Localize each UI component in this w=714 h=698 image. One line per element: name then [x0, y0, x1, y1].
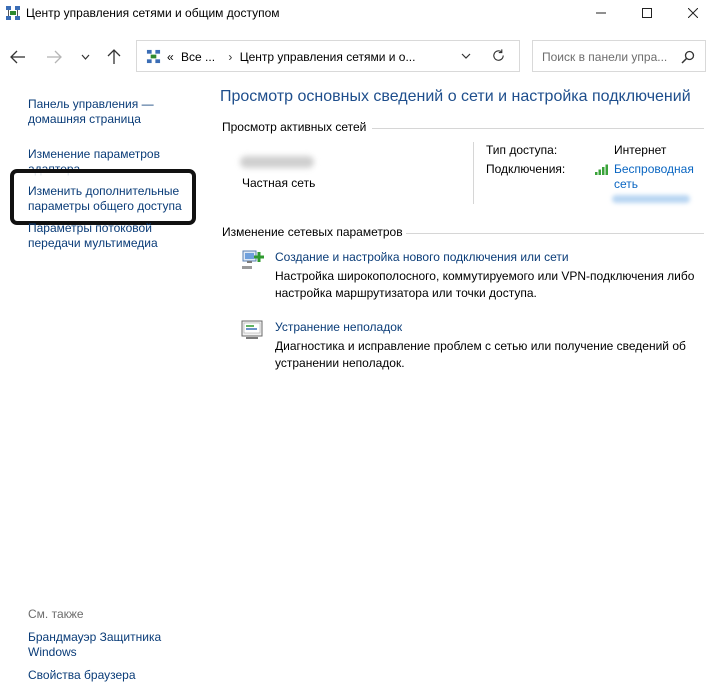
chevron-down-icon: [81, 54, 89, 60]
troubleshoot-description: Диагностика и исправление проблем с сеть…: [275, 339, 686, 370]
network-center-icon: [146, 49, 161, 64]
divider: [473, 142, 474, 204]
title-bar: Центр управления сетями и общим доступом: [0, 0, 714, 26]
minimize-button[interactable]: [578, 0, 624, 26]
media-streaming-options-link[interactable]: Параметры потоковой передачи мультимедиа: [28, 221, 203, 251]
chevron-down-icon: [461, 53, 471, 59]
breadcrumb-item-all[interactable]: Все ...: [181, 50, 215, 64]
search-icon[interactable]: [681, 50, 695, 64]
network-profile-type: Частная сеть: [242, 176, 316, 190]
search-input[interactable]: Поиск в панели упра...: [532, 40, 706, 72]
address-bar[interactable]: « Все ... › Центр управления сетями и о.…: [136, 40, 520, 72]
wifi-signal-icon: [595, 163, 611, 175]
browser-properties-link[interactable]: Свойства браузера: [28, 668, 203, 683]
back-button[interactable]: [7, 46, 29, 68]
breadcrumb: « Все ... › Центр управления сетями и о.…: [167, 50, 419, 64]
setup-new-connection-description: Настройка широкополосного, коммутируемог…: [275, 269, 695, 300]
minimize-icon: [596, 12, 606, 14]
recent-locations-button[interactable]: [74, 46, 96, 68]
divider: [372, 128, 704, 129]
arrow-left-icon: [10, 50, 25, 64]
forward-button[interactable]: [43, 46, 65, 68]
window-title: Центр управления сетями и общим доступом: [26, 6, 280, 20]
divider: [406, 233, 704, 234]
refresh-icon: [493, 49, 504, 61]
setup-new-connection-link[interactable]: Создание и настройка нового подключения …: [275, 250, 569, 264]
ssid-blurred: [612, 195, 690, 203]
refresh-button[interactable]: [491, 48, 507, 64]
left-pane: Панель управления — домашняя страница Из…: [0, 88, 210, 698]
maximize-icon: [642, 8, 652, 18]
new-connection-icon: [240, 248, 264, 272]
maximize-button[interactable]: [624, 0, 670, 26]
network-center-icon: [5, 5, 21, 21]
breadcrumb-overflow[interactable]: «: [167, 50, 174, 64]
see-also-label: См. также: [28, 607, 84, 621]
change-settings-heading: Изменение сетевых параметров: [222, 225, 403, 239]
advanced-sharing-settings-link[interactable]: Изменить дополнительные параметры общего…: [28, 184, 203, 214]
breadcrumb-item-current[interactable]: Центр управления сетями и о...: [240, 50, 416, 64]
page-title: Просмотр основных сведений о сети и наст…: [220, 88, 691, 105]
connections-label: Подключения:: [486, 162, 566, 176]
close-icon: [688, 8, 698, 18]
arrow-up-icon: [107, 49, 121, 64]
access-type-value: Интернет: [614, 143, 667, 157]
troubleshoot-icon: [240, 318, 264, 342]
search-placeholder: Поиск в панели упра...: [542, 50, 668, 64]
control-panel-home-link[interactable]: Панель управления — домашняя страница: [28, 97, 203, 127]
wireless-connection-link[interactable]: Беспроводная сеть: [614, 162, 704, 192]
access-type-label: Тип доступа:: [486, 143, 558, 157]
breadcrumb-separator-icon[interactable]: ›: [228, 50, 232, 64]
active-networks-heading: Просмотр активных сетей: [222, 120, 367, 134]
firewall-link[interactable]: Брандмауэр Защитника Windows: [28, 630, 203, 660]
close-button[interactable]: [670, 0, 714, 26]
troubleshoot-link[interactable]: Устранение неполадок: [275, 320, 402, 334]
arrow-right-icon: [47, 50, 62, 64]
network-name-blurred: [240, 156, 314, 168]
navigation-bar: « Все ... › Центр управления сетями и о.…: [0, 26, 714, 88]
up-button[interactable]: [103, 46, 125, 68]
address-dropdown-button[interactable]: [459, 49, 473, 63]
